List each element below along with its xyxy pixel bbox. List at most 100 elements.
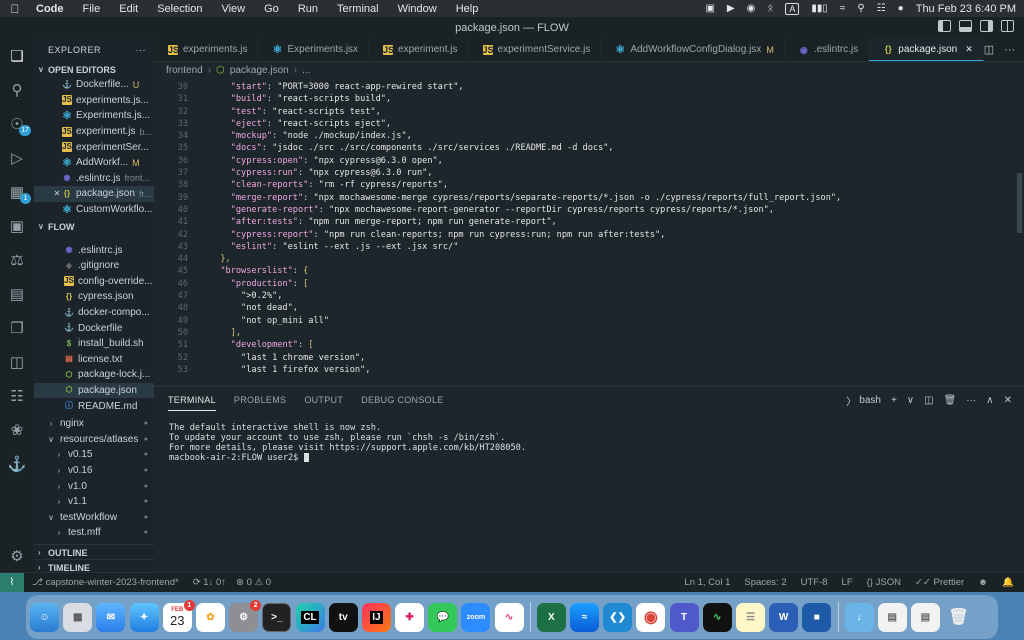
file-tree-item[interactable]: $ install_build.sh <box>34 336 154 352</box>
notifications-bell-icon[interactable]: 🔔 <box>1002 577 1014 588</box>
run-debug-icon[interactable]: ▷ <box>7 148 27 168</box>
toggle-panel-icon[interactable] <box>959 20 972 32</box>
bookmarks-icon[interactable]: ◫ <box>7 352 27 372</box>
chrome-icon[interactable]: ◉ <box>636 602 666 632</box>
menu-window[interactable]: Window <box>398 3 437 15</box>
menu-go[interactable]: Go <box>264 3 279 15</box>
file-tree-item[interactable]: ⬡ package-lock.j... <box>34 367 154 383</box>
editor-tab[interactable]: ⚛ AddWorkflowConfigDialog.jsx M <box>601 38 785 61</box>
finder-icon[interactable]: ☺ <box>30 602 59 632</box>
virtual-desk-icon[interactable]: ■ <box>802 602 832 632</box>
remote-explorer-icon[interactable]: ▣ <box>7 216 27 236</box>
timeline-section[interactable]: › TIMELINE <box>34 560 154 573</box>
file-tree-item[interactable]: {} cypress.json <box>34 289 154 305</box>
source-control-icon[interactable]: ☉ 17 <box>7 114 31 136</box>
open-editor-item[interactable]: ⚛ CustomWorkflo... <box>34 202 154 218</box>
photos-icon[interactable]: ✿ <box>195 602 225 632</box>
problems-status[interactable]: ⊗ 0 ⚠ 0 <box>236 577 271 588</box>
maximize-panel-icon[interactable]: ∧ <box>986 395 993 406</box>
language-mode[interactable]: {} JSON <box>867 577 901 588</box>
git-branch[interactable]: ⎇ capstone-winter-2023-frontend* <box>32 577 179 588</box>
menu-edit[interactable]: Edit <box>119 3 138 15</box>
teams-icon[interactable]: T <box>669 602 699 632</box>
settings-gear-icon[interactable]: ⚙ <box>7 546 27 566</box>
indentation[interactable]: Spaces: 2 <box>744 577 786 588</box>
menu-terminal[interactable]: Terminal <box>337 3 379 15</box>
editor-tab[interactable]: {} package.json ✕ <box>869 38 984 61</box>
calendar-icon[interactable]: FEB 23 1 <box>162 599 195 632</box>
azure-data-studio-icon[interactable]: ≈ <box>570 602 599 632</box>
file-tree-item[interactable]: JS config-override... <box>34 274 154 290</box>
mongodb-leaf-icon[interactable]: ❀ <box>7 420 27 440</box>
menu-code[interactable]: Code <box>36 3 64 15</box>
new-terminal-icon[interactable]: + <box>891 395 897 406</box>
extensions-icon[interactable]: ▦ 1 <box>7 182 31 204</box>
file-tree-item[interactable]: ⚓ docker-compo... <box>34 305 154 321</box>
clion-icon[interactable]: CL <box>295 602 325 632</box>
editor-scrollbar[interactable] <box>1012 78 1024 386</box>
chevron-down-icon[interactable]: ∨ <box>907 395 914 406</box>
play-icon[interactable]: ▶ <box>727 3 735 14</box>
trash-icon[interactable]: 🗑 <box>944 395 957 406</box>
terminal-shell-selector[interactable]: 〉 bash <box>846 393 881 408</box>
vscode-icon[interactable]: ❮❯ <box>603 602 633 632</box>
docker-icon[interactable]: ⚓ <box>7 454 27 474</box>
database-icon[interactable]: ☷ <box>7 386 27 406</box>
word-icon[interactable]: W <box>769 602 799 632</box>
messages-icon[interactable]: 💬 <box>428 602 458 632</box>
menu-file[interactable]: File <box>83 3 101 15</box>
safari-icon[interactable]: ✦ <box>129 602 159 632</box>
downloads-folder-icon[interactable]: ↓ <box>844 602 874 632</box>
wifi-icon[interactable]: ≈ <box>840 3 846 14</box>
open-editor-item[interactable]: ⚛ Experiments.js... <box>34 108 154 124</box>
file-tree-item[interactable]: ⓘ README.md <box>34 398 154 414</box>
close-icon[interactable]: ✕ <box>965 44 973 55</box>
notebook-icon[interactable]: ▤ <box>7 284 27 304</box>
input-source[interactable]: A <box>785 2 800 15</box>
open-editor-item[interactable]: ◉ .eslintrc.js front... <box>34 171 154 187</box>
encoding[interactable]: UTF-8 <box>801 577 828 588</box>
apple-icon[interactable]:  <box>8 2 22 16</box>
outline-section[interactable]: › OUTLINE <box>34 545 154 560</box>
documents-stack-icon[interactable]: ▤ <box>877 602 907 632</box>
editor-tab[interactable]: ⚛ Experiments.jsx <box>258 38 370 61</box>
folder-tree-item[interactable]: › v1.0 ● <box>34 478 154 494</box>
file-tree-item[interactable]: ▤ license.txt <box>34 352 154 368</box>
siri-icon[interactable]: ◉ <box>747 3 756 14</box>
customize-layout-icon[interactable] <box>1001 20 1014 32</box>
scrollbar-thumb[interactable] <box>1017 173 1022 233</box>
apple-tv-icon[interactable]: tv <box>328 602 358 632</box>
menu-help[interactable]: Help <box>456 3 479 15</box>
breadcrumb-folder[interactable]: frontend <box>166 65 203 76</box>
feedback-icon[interactable]: ☻ <box>978 577 988 588</box>
more-actions-icon[interactable]: ··· <box>136 45 147 55</box>
open-editor-item[interactable]: ⚓ Dockerfile... U <box>34 77 154 93</box>
toggle-secondary-sidebar-icon[interactable] <box>980 20 993 32</box>
explorer-icon[interactable]: ❏ <box>7 46 27 66</box>
bluetooth-icon[interactable]: ᛟ <box>767 3 773 14</box>
testing-icon[interactable]: ⚖ <box>7 250 27 270</box>
recent-stack-icon[interactable]: ▤ <box>910 602 940 632</box>
editor-tab[interactable]: JS experiments.js <box>154 38 259 61</box>
menu-view[interactable]: View <box>221 3 245 15</box>
battery-icon[interactable]: ▮▮▯ <box>811 3 828 14</box>
breadcrumb-symbol[interactable]: ... <box>302 65 310 76</box>
toggle-sidebar-icon[interactable] <box>938 20 951 32</box>
zoom-icon[interactable]: zoom <box>461 602 491 632</box>
end-of-line[interactable]: LF <box>842 577 853 588</box>
prettier-status[interactable]: ✓✓ Prettier <box>915 577 964 588</box>
terminal-app-icon[interactable]: >_ <box>262 602 292 632</box>
folder-tree-item[interactable]: › test.mff ● <box>34 525 154 541</box>
flow-section[interactable]: ∨ FLOW <box>34 219 154 234</box>
folder-tree-item[interactable]: › nginx ● <box>34 416 154 432</box>
tab-output[interactable]: OUTPUT <box>304 395 343 405</box>
menu-run[interactable]: Run <box>298 3 318 15</box>
file-tree-item[interactable]: ⬡ package.json <box>34 382 154 399</box>
split-terminal-icon[interactable]: ◫ <box>924 395 933 406</box>
terminal-output[interactable]: The default interactive shell is now zsh… <box>154 413 1024 463</box>
tab-debug-console[interactable]: DEBUG CONSOLE <box>361 395 443 405</box>
close-icon[interactable]: ✕ <box>52 189 62 198</box>
more-actions-icon[interactable]: ··· <box>1004 44 1015 56</box>
folder-tree-item[interactable]: ∨ testWorkflow ● <box>34 509 154 525</box>
sync-status[interactable]: ⟳ 1↓ 0↑ <box>193 577 226 588</box>
